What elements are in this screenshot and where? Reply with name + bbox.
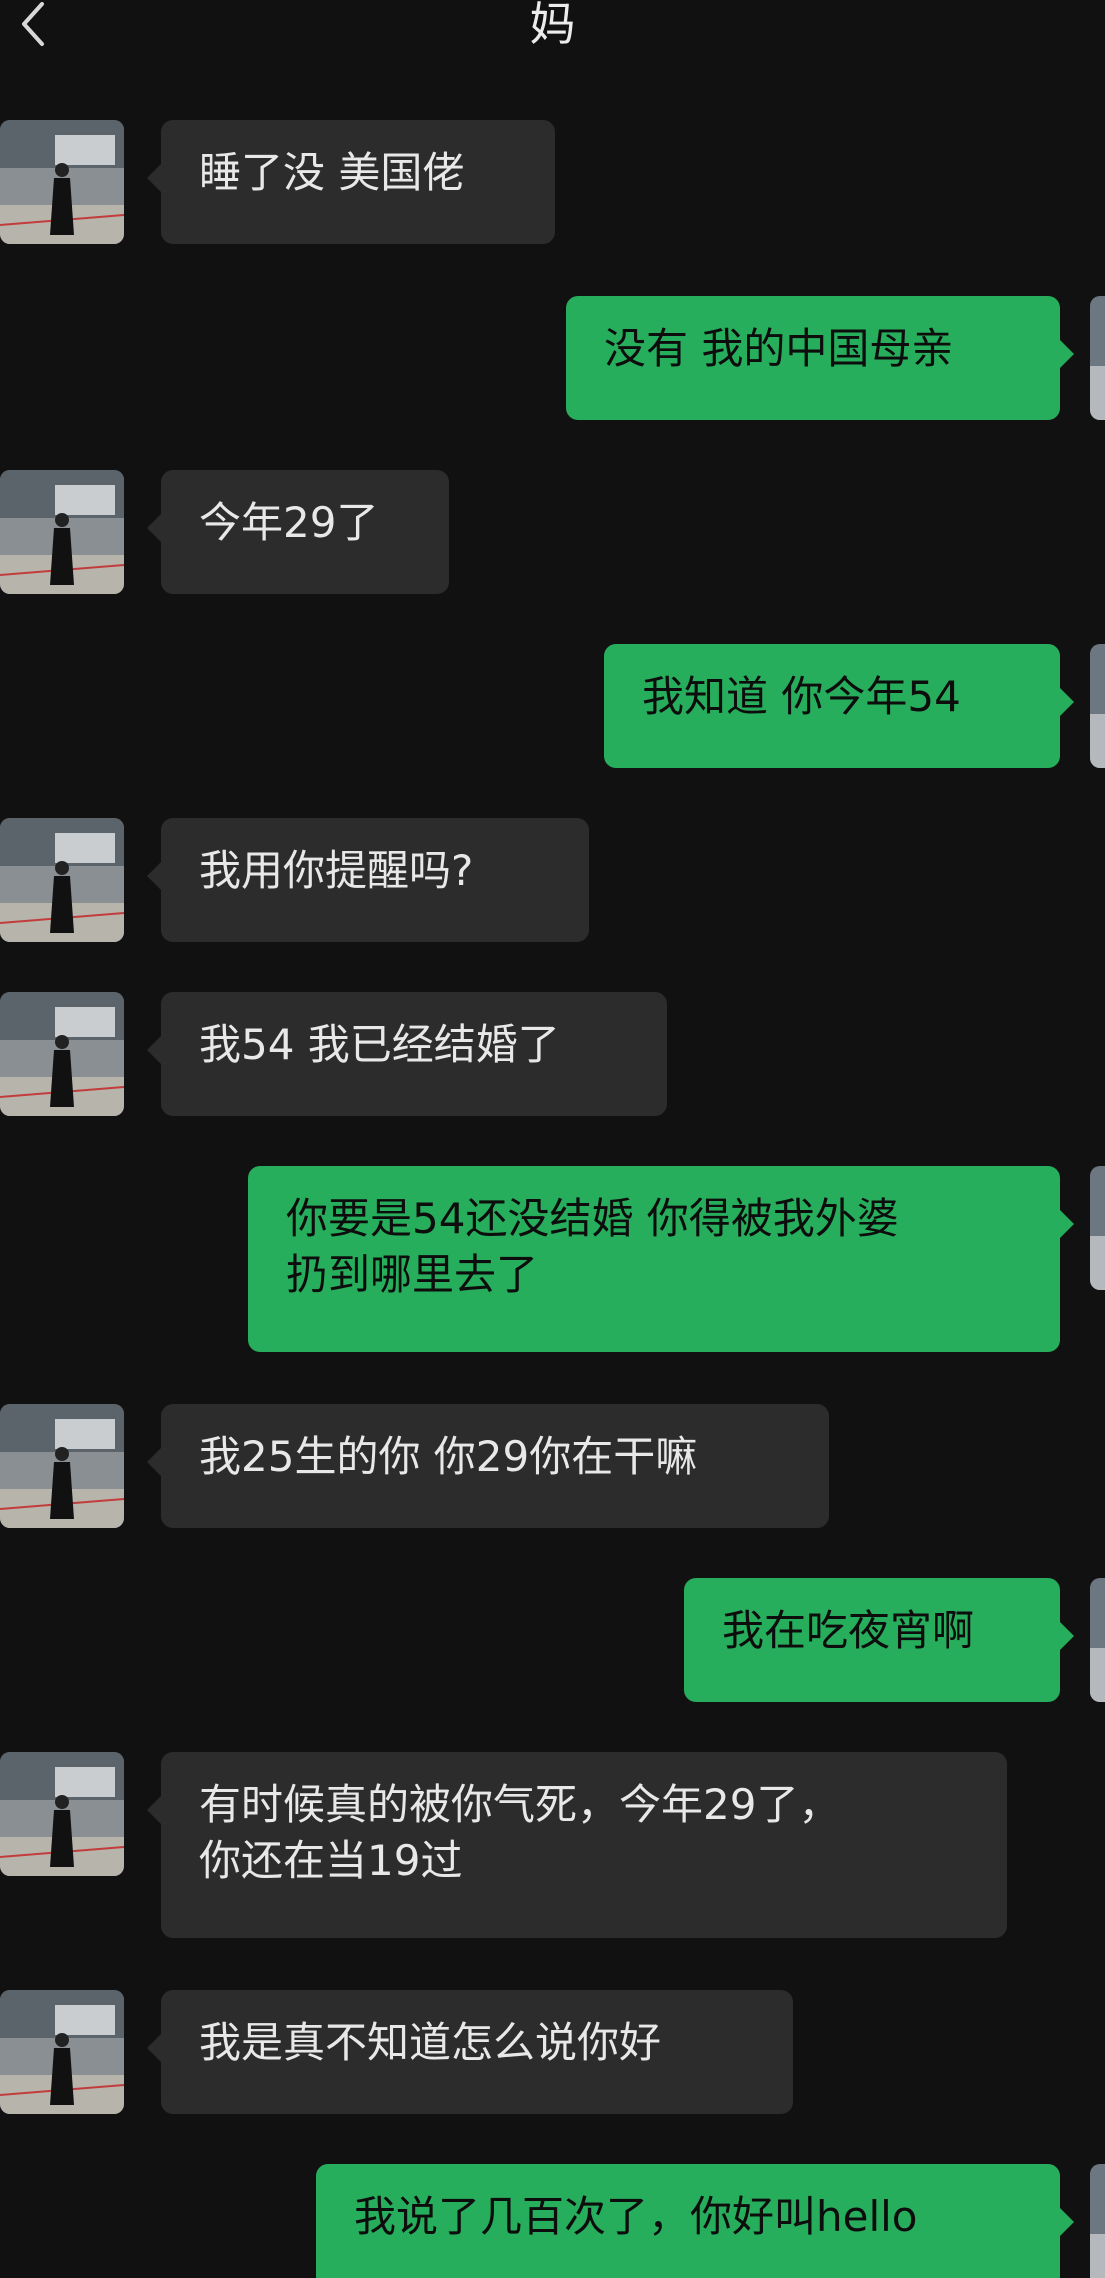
chat-header: 妈 xyxy=(0,0,1105,60)
incoming-message-bubble[interactable]: 有时候真的被你气死，今年29了， 你还在当19过 xyxy=(147,1752,1007,1938)
incoming-message-bubble[interactable]: 我是真不知道怎么说你好 xyxy=(147,1990,793,2114)
contact-avatar[interactable] xyxy=(0,1404,124,1528)
contact-avatar-image xyxy=(0,992,124,1116)
self-avatar-image xyxy=(1090,1578,1105,1702)
self-avatar-image xyxy=(1090,644,1105,768)
incoming-message-bubble[interactable]: 我54 我已经结婚了 xyxy=(147,992,667,1116)
incoming-message-bubble[interactable]: 今年29了 xyxy=(147,470,449,594)
contact-avatar[interactable] xyxy=(0,1990,124,2114)
chat-screen: 妈 睡了没 美国佬 没有 我的中国母亲 今年29了 我知道 你今年54 我用你提… xyxy=(0,0,1105,2278)
outgoing-message-bubble[interactable]: 你要是54还没结婚 你得被我外婆 扔到哪里去了 xyxy=(248,1166,1074,1352)
self-avatar[interactable] xyxy=(1090,296,1105,420)
self-avatar[interactable] xyxy=(1090,2164,1105,2278)
contact-avatar[interactable] xyxy=(0,992,124,1116)
chat-title: 妈 xyxy=(529,0,576,51)
self-avatar-image xyxy=(1090,296,1105,420)
incoming-message-bubble[interactable]: 睡了没 美国佬 xyxy=(147,120,555,244)
contact-avatar-image xyxy=(0,818,124,942)
self-avatar[interactable] xyxy=(1090,1166,1105,1290)
contact-avatar-image xyxy=(0,1752,124,1876)
incoming-message-bubble[interactable]: 我用你提醒吗? xyxy=(147,818,589,942)
outgoing-message-bubble[interactable]: 我知道 你今年54 xyxy=(604,644,1074,768)
contact-avatar-image xyxy=(0,120,124,244)
incoming-message-bubble[interactable]: 我25生的你 你29你在干嘛 xyxy=(147,1404,829,1528)
self-avatar-image xyxy=(1090,2164,1105,2278)
outgoing-message-bubble[interactable]: 我说了几百次了，你好叫hello xyxy=(316,2164,1074,2278)
contact-avatar[interactable] xyxy=(0,120,124,244)
outgoing-message-bubble[interactable]: 我在吃夜宵啊 xyxy=(684,1578,1074,1702)
self-avatar[interactable] xyxy=(1090,644,1105,768)
contact-avatar-image xyxy=(0,1404,124,1528)
self-avatar-image xyxy=(1090,1166,1105,1290)
outgoing-message-bubble[interactable]: 没有 我的中国母亲 xyxy=(566,296,1074,420)
contact-avatar[interactable] xyxy=(0,1752,124,1876)
self-avatar[interactable] xyxy=(1090,1578,1105,1702)
contact-avatar-image xyxy=(0,470,124,594)
contact-avatar[interactable] xyxy=(0,818,124,942)
contact-avatar-image xyxy=(0,1990,124,2114)
contact-avatar[interactable] xyxy=(0,470,124,594)
